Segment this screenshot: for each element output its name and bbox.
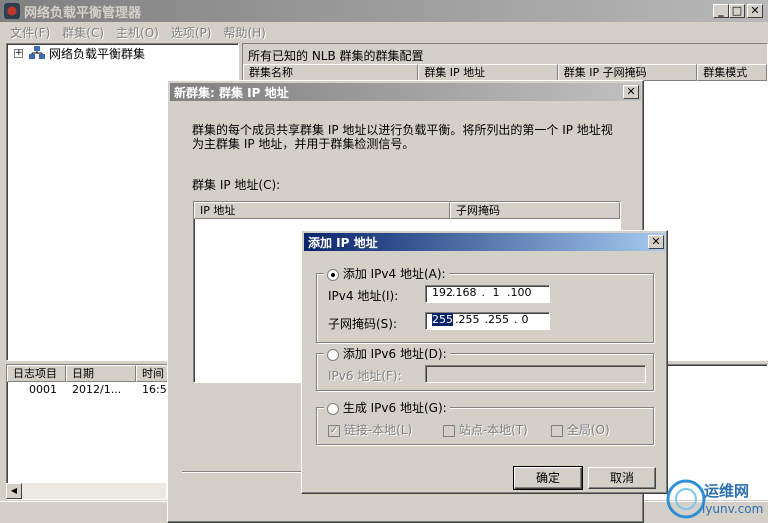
close-button[interactable]: ✕ [747, 4, 763, 18]
gen-ipv6-option[interactable]: 生成 IPv6 地址(G): [324, 399, 450, 416]
mask-octet-2[interactable]: 255 [459, 313, 485, 327]
global-check-icon[interactable] [551, 424, 563, 437]
scroll-left-icon[interactable]: ◀ [6, 483, 22, 499]
add-ip-dialog: 添加 IP 地址 ✕ 添加 IPv4 地址(A): IPv4 地址(I): 19… [301, 230, 668, 494]
col-log-date[interactable]: 日期 [66, 365, 136, 382]
watermark-text: 运维网 [704, 482, 750, 500]
col-ip-address[interactable]: IP 地址 [194, 202, 450, 219]
ipv6-option-label: 添加 IPv6 地址(D): [342, 347, 447, 361]
ipv4-option-label: 添加 IPv4 地址(A): [342, 267, 446, 281]
ipv4-octet-3[interactable]: 1 [485, 286, 507, 300]
ipv4-octet-4[interactable]: 100 [511, 286, 532, 299]
subnet-mask-field[interactable]: 255.255.255. 0 [425, 312, 550, 330]
site-local-checkbox[interactable]: 站点-本地(T) [443, 421, 528, 438]
cancel-button[interactable]: 取消 [588, 467, 656, 489]
watermark: 运维网 iyunv.com [664, 474, 768, 523]
col-cluster-ip[interactable]: 群集 IP 地址 [418, 64, 558, 81]
link-local-checkbox[interactable]: ✓ 链接-本地(L) [328, 421, 412, 438]
add-ip-close-button[interactable]: ✕ [648, 235, 664, 249]
ipv4-octet-2[interactable]: 168 [456, 286, 482, 300]
log-item: 0001 [29, 383, 57, 396]
add-ip-title: 添加 IP 地址 [308, 235, 378, 250]
cluster-dialog-titlebar: 新群集: 群集 IP 地址 [170, 83, 641, 101]
ipv4-address-label: IPv4 地址(I): [328, 289, 399, 303]
tree-root-label[interactable]: 网络负载平衡群集 [49, 45, 145, 62]
menu-host[interactable]: 主机(O) [110, 24, 165, 41]
ipv6-address-label: IPv6 地址(F): [328, 369, 402, 383]
app-icon [4, 3, 20, 19]
tree-expand-icon[interactable]: + [14, 49, 23, 58]
mask-octet-1[interactable]: 255 [432, 313, 453, 326]
horizontal-scrollbar[interactable]: ◀ [6, 483, 166, 499]
col-cluster-name[interactable]: 群集名称 [243, 64, 419, 81]
cluster-dialog-description: 群集的每个成员共享群集 IP 地址以进行负载平衡。将所列出的第一个 IP 地址视… [192, 123, 613, 151]
col-subnet-mask[interactable]: 子网掩码 [450, 202, 620, 219]
site-local-label: 站点-本地(T) [458, 423, 528, 437]
minimize-button[interactable]: _ [713, 4, 729, 18]
menu-help[interactable]: 帮助(H) [217, 24, 271, 41]
cluster-tree-icon [29, 46, 45, 60]
watermark-url: iyunv.com [702, 502, 764, 516]
cluster-list-header: 群集名称 群集 IP 地址 群集 IP 子网掩码 群集模式 [243, 64, 767, 81]
log-date: 2012/1... [72, 383, 122, 396]
gen-ipv6-option-label: 生成 IPv6 地址(G): [342, 401, 447, 415]
mask-octet-4[interactable]: 0 [518, 313, 529, 326]
ipv4-option[interactable]: 添加 IPv4 地址(A): [324, 265, 449, 282]
link-local-label: 链接-本地(L) [343, 423, 413, 437]
mask-octet-3[interactable]: 255 [488, 313, 514, 327]
ipv4-address-field[interactable]: 192.168. 1.100 [425, 285, 550, 303]
col-cluster-mask[interactable]: 群集 IP 子网掩码 [557, 64, 698, 81]
menu-cluster[interactable]: 群集(C) [56, 24, 110, 41]
ipv6-radio-icon[interactable] [327, 348, 339, 361]
ipv4-radio-icon[interactable] [327, 268, 339, 281]
menu-file[interactable]: 文件(F) [0, 24, 56, 41]
cluster-list-title: 所有已知的 NLB 群集的群集配置 [243, 44, 767, 64]
col-log-item[interactable]: 日志项目 [7, 365, 66, 382]
ipv6-option[interactable]: 添加 IPv6 地址(D): [324, 345, 450, 362]
global-checkbox[interactable]: 全局(O) [551, 421, 610, 438]
site-local-check-icon[interactable] [443, 424, 455, 437]
cluster-dialog-close-button[interactable]: ✕ [623, 85, 639, 99]
ipv6-address-field[interactable] [425, 365, 646, 383]
ok-button[interactable]: 确定 [513, 466, 583, 490]
cluster-dialog-title: 新群集: 群集 IP 地址 [174, 85, 289, 100]
col-cluster-mode[interactable]: 群集模式 [697, 64, 767, 81]
global-label: 全局(O) [566, 423, 610, 437]
cluster-ip-list-label: 群集 IP 地址(C): [192, 178, 281, 192]
mask-dot: . [514, 313, 518, 326]
ipv4-octet-1[interactable]: 192 [432, 286, 453, 300]
ipv4-group [316, 273, 654, 343]
link-local-check-icon[interactable]: ✓ [328, 424, 340, 437]
menu-options[interactable]: 选项(P) [165, 24, 218, 41]
menu-bar: 文件(F) 群集(C) 主机(O) 选项(P) 帮助(H) [0, 22, 768, 42]
cluster-ip-list-header: IP 地址 子网掩码 [194, 202, 620, 219]
maximize-button[interactable]: □ [729, 4, 745, 18]
gen-ipv6-radio-icon[interactable] [327, 402, 339, 415]
main-titlebar: 网络负载平衡管理器 [0, 0, 768, 22]
add-ip-titlebar: 添加 IP 地址 [304, 233, 665, 251]
app-title: 网络负载平衡管理器 [24, 5, 142, 21]
subnet-mask-label: 子网掩码(S): [328, 317, 398, 331]
